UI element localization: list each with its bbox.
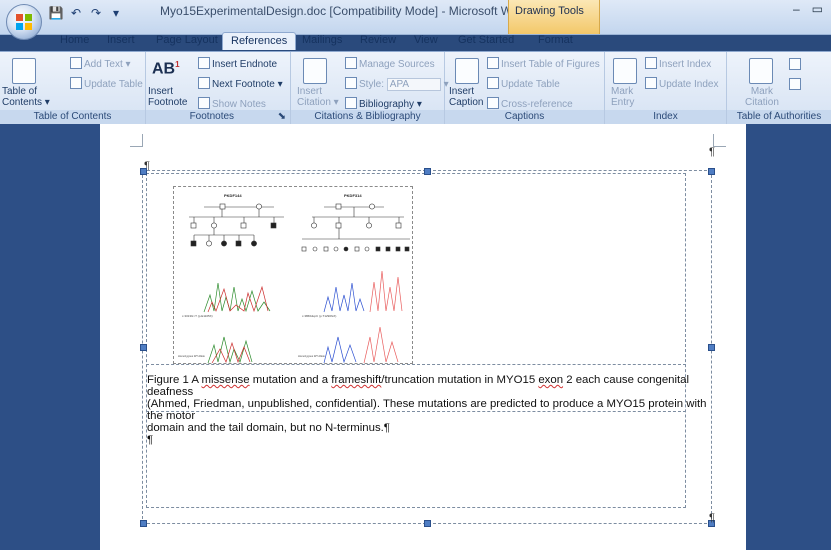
caption-line-1: Figure 1 A missense mutation and a frame… xyxy=(147,374,690,398)
update-table-icon xyxy=(70,77,82,89)
manage-sources-button[interactable]: Manage Sources xyxy=(345,57,435,70)
insert-endnote-icon xyxy=(198,57,210,69)
resize-handle[interactable] xyxy=(140,344,147,351)
bibliography-icon xyxy=(345,97,357,109)
group-label: Table of Contents xyxy=(0,110,145,124)
table-of-contents-button[interactable]: Table of Contents ▾ xyxy=(2,86,50,108)
insert-citation-button[interactable]: Insert Citation ▾ xyxy=(297,86,339,108)
tab-home[interactable]: Home xyxy=(60,34,89,46)
office-button[interactable] xyxy=(6,4,42,40)
group-citations-bibliography: Insert Citation ▾ Manage Sources Style: A… xyxy=(291,52,449,124)
svg-text:PKDF314: PKDF314 xyxy=(344,193,362,198)
update-index-button[interactable]: Update Index xyxy=(645,77,719,90)
style-dropdown[interactable]: Style: APA ▾ xyxy=(345,77,449,91)
title-bar: 💾 ↶ ↷ ▾ Myo15ExperimentalDesign.doc [Com… xyxy=(0,0,831,40)
insert-citation-icon xyxy=(303,58,327,84)
add-text-icon xyxy=(70,57,82,69)
caption-line-2: (Ahmed, Friedman, unpublished, confident… xyxy=(147,398,707,422)
tab-page-layout[interactable]: Page Layout xyxy=(156,34,218,46)
style-icon xyxy=(345,77,357,89)
ribbon: Table of Contents ▾ Add Text ▾ Update Tab… xyxy=(0,51,831,125)
tab-format[interactable]: Format xyxy=(538,34,573,46)
insert-footnote-button[interactable]: Insert Footnote xyxy=(148,86,187,108)
update-index-icon xyxy=(645,77,657,89)
figure-caption[interactable]: Figure 1 A missense mutation and a frame… xyxy=(147,374,717,446)
bibliography-button[interactable]: Bibliography ▾ xyxy=(345,97,422,110)
mark-entry-button[interactable]: Mark Entry xyxy=(611,86,634,108)
group-footnotes: AB1 Insert Footnote Insert Endnote Next F… xyxy=(146,52,291,124)
paragraph-mark: ¶ xyxy=(709,512,715,524)
customize-qat-icon[interactable]: ▾ xyxy=(108,5,124,21)
resize-handle[interactable] xyxy=(708,344,715,351)
show-notes-icon xyxy=(198,97,210,109)
svg-text:PKDF144: PKDF144 xyxy=(224,193,242,198)
paragraph-mark: ¶ xyxy=(709,146,715,158)
insert-index-icon xyxy=(645,57,657,69)
insert-footnote-icon: AB1 xyxy=(152,60,180,78)
mark-citation-button[interactable]: Mark Citation xyxy=(745,86,779,108)
svg-text:c.3313G>T (p.E1105X): c.3313G>T (p.E1105X) xyxy=(182,314,213,318)
caption-line-3: domain and the tail domain, but no N-ter… xyxy=(147,422,390,434)
insert-endnote-button[interactable]: Insert Endnote xyxy=(198,57,277,70)
add-text-button[interactable]: Add Text ▾ xyxy=(70,57,131,70)
resize-handle[interactable] xyxy=(424,168,431,175)
group-captions: Insert Caption Insert Table of Figures Up… xyxy=(445,52,605,124)
group-label: Citations & Bibliography xyxy=(291,110,444,124)
tab-view[interactable]: View xyxy=(414,34,438,46)
group-label: Index xyxy=(605,110,726,124)
table-of-figures-icon xyxy=(487,57,499,69)
margin-corner-mark xyxy=(130,134,143,147)
tab-references[interactable]: References xyxy=(222,32,297,50)
save-icon[interactable]: 💾 xyxy=(48,5,64,21)
window-title: Myo15ExperimentalDesign.doc [Compatibili… xyxy=(160,4,529,18)
cross-reference-button[interactable]: Cross-reference xyxy=(487,97,573,110)
paragraph-mark: ¶ xyxy=(147,434,154,446)
tab-review[interactable]: Review xyxy=(360,34,396,46)
mark-citation-icon xyxy=(749,58,773,84)
insert-table-of-figures-button[interactable]: Insert Table of Figures xyxy=(487,57,600,70)
resize-handle[interactable] xyxy=(708,168,715,175)
next-footnote-button[interactable]: Next Footnote ▾ xyxy=(198,77,283,90)
group-label: Table of Authorities xyxy=(727,110,831,124)
update-table-figures-button[interactable]: Update Table xyxy=(487,77,560,90)
resize-handle[interactable] xyxy=(424,520,431,527)
svg-text:Homozygous WT Allele: Homozygous WT Allele xyxy=(178,354,205,358)
group-label: Footnotes ⬊ xyxy=(146,110,290,124)
quick-access-toolbar: 💾 ↶ ↷ ▾ xyxy=(48,3,124,23)
cross-reference-icon xyxy=(487,97,499,109)
restore-button[interactable]: ▭ xyxy=(812,2,823,16)
manage-sources-icon xyxy=(345,57,357,69)
resize-handle[interactable] xyxy=(140,520,147,527)
mark-entry-icon xyxy=(613,58,637,84)
figure-image[interactable]: PKDF144 PKDF314 c.3313G>T (p.E1105X) c.3… xyxy=(173,186,413,364)
pedigree-chromatogram-figure: PKDF144 PKDF314 c.3313G>T (p.E1105X) c.3… xyxy=(178,193,410,364)
tab-insert[interactable]: Insert xyxy=(107,34,135,46)
contextual-tab-header: Drawing Tools xyxy=(508,0,600,34)
window-controls: – ▭ xyxy=(793,2,823,16)
insert-caption-button[interactable]: Insert Caption xyxy=(449,86,483,108)
resize-handle[interactable] xyxy=(140,168,147,175)
office-logo-icon xyxy=(16,14,32,30)
minimize-button[interactable]: – xyxy=(793,2,800,16)
update-table-icon xyxy=(487,77,499,89)
next-footnote-icon xyxy=(198,77,210,89)
tab-get-started[interactable]: Get Started xyxy=(458,34,514,46)
undo-icon[interactable]: ↶ xyxy=(68,5,84,21)
group-table-of-contents: Table of Contents ▾ Add Text ▾ Update Tab… xyxy=(0,52,146,124)
group-table-of-authorities: Mark Citation Table of Authorities xyxy=(727,52,831,124)
show-notes-button[interactable]: Show Notes xyxy=(198,97,266,110)
update-table-button[interactable]: Update Table xyxy=(70,77,143,90)
dialog-launcher-icon[interactable]: ⬊ xyxy=(278,110,286,124)
svg-text:Homozygous WT Allele: Homozygous WT Allele xyxy=(298,354,325,358)
group-index: Mark Entry Insert Index Update Index Inde… xyxy=(605,52,727,124)
update-toa-icon[interactable] xyxy=(789,78,803,91)
group-label: Captions xyxy=(445,110,604,124)
tab-mailings[interactable]: Mailings xyxy=(302,34,342,46)
table-of-contents-icon xyxy=(12,58,36,84)
redo-icon[interactable]: ↷ xyxy=(88,5,104,21)
insert-caption-icon xyxy=(455,58,479,84)
insert-index-button[interactable]: Insert Index xyxy=(645,57,711,70)
insert-toa-icon[interactable] xyxy=(789,58,803,71)
svg-text:c.3866dupC (p.T1290fsX): c.3866dupC (p.T1290fsX) xyxy=(302,314,336,318)
